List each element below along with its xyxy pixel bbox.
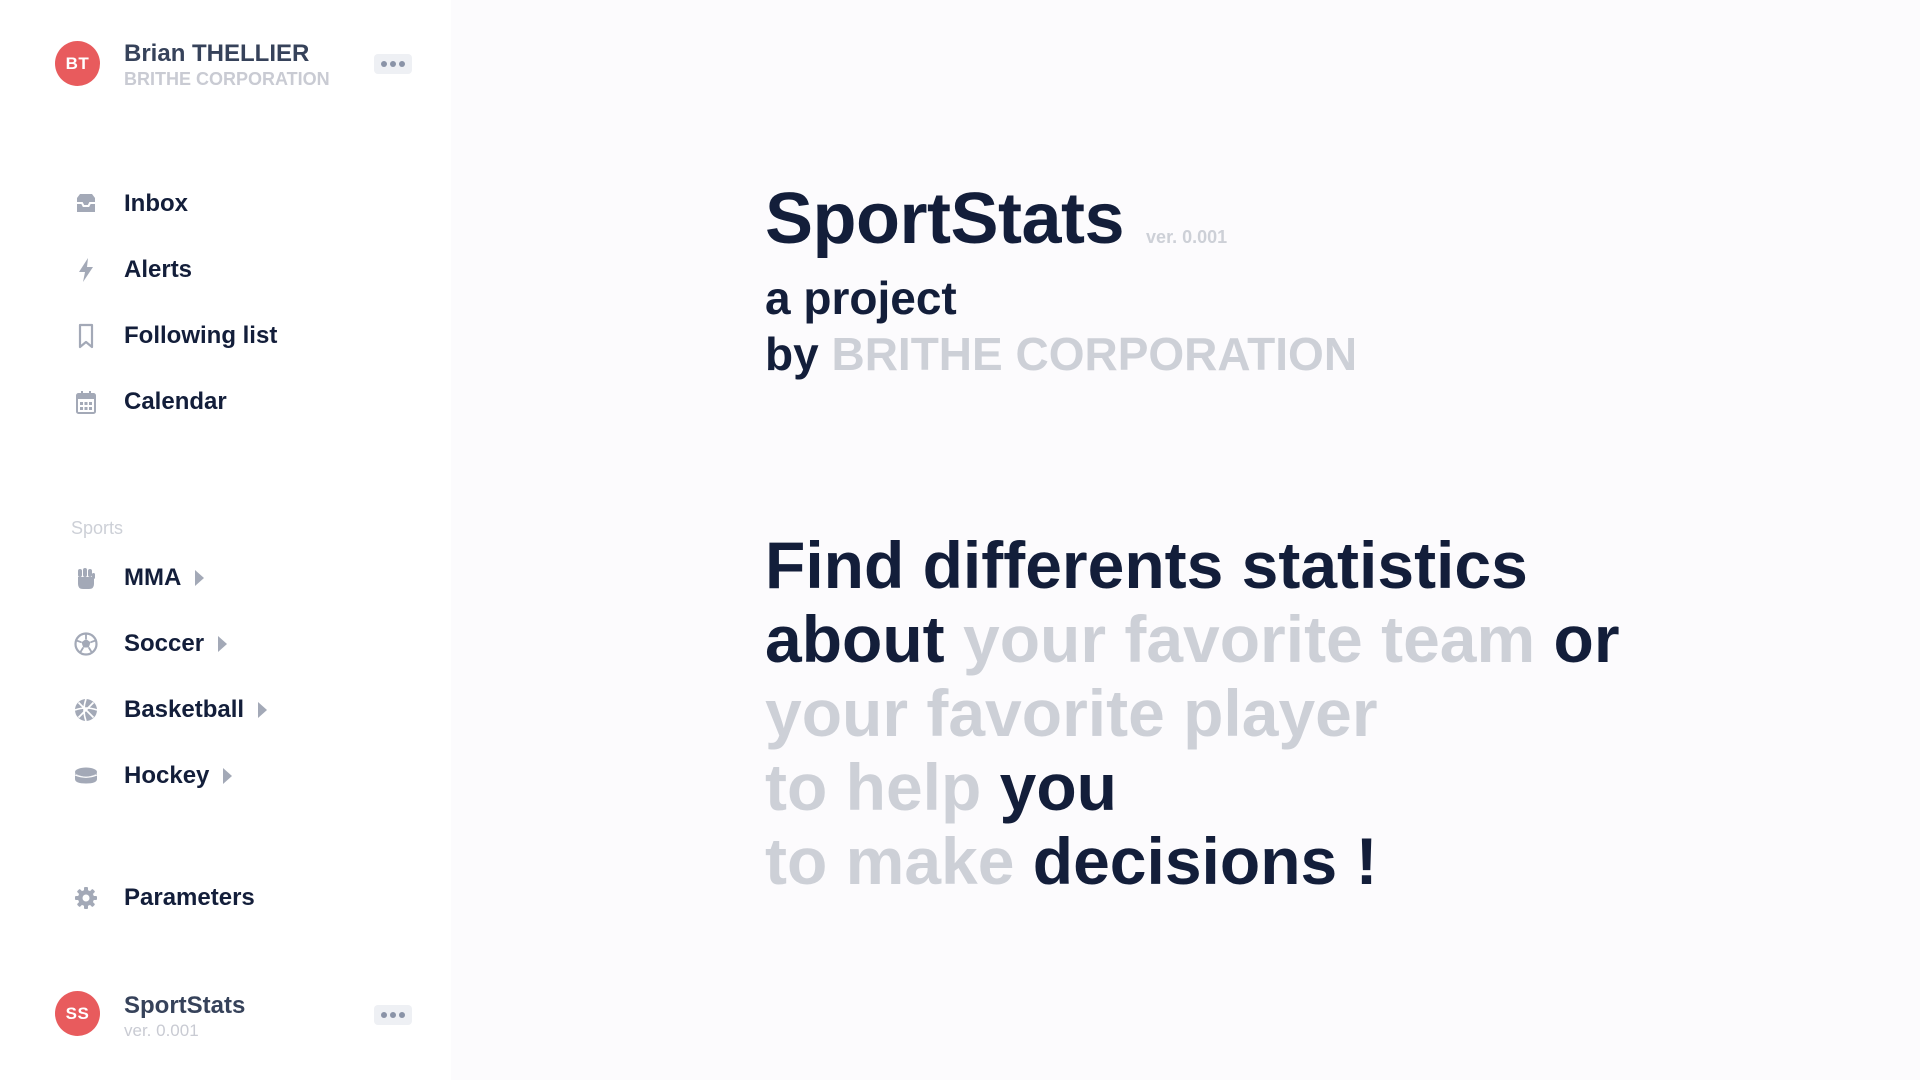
- nav-item-inbox[interactable]: Inbox: [68, 186, 188, 222]
- gear-icon: [68, 880, 104, 916]
- nav-item-mma[interactable]: MMA: [68, 560, 205, 596]
- tagline-text: or: [1553, 602, 1620, 676]
- project-by-line: by BRITHE CORPORATION: [765, 326, 1865, 382]
- tagline-highlight: your favorite team: [962, 602, 1536, 676]
- tagline-highlight: your favorite player: [765, 676, 1378, 750]
- tagline: Find differents statistics about your fa…: [765, 528, 1905, 898]
- chevron-right-icon[interactable]: [258, 702, 268, 718]
- tagline-row-5: to make decisions !: [765, 824, 1905, 898]
- nav-item-soccer[interactable]: Soccer: [68, 626, 228, 662]
- tagline-row-1: Find differents statistics: [765, 528, 1905, 602]
- project-line: a project: [765, 272, 957, 324]
- app-profile[interactable]: SS SportStats ver. 0.001: [55, 990, 415, 1040]
- chevron-right-icon[interactable]: [218, 636, 228, 652]
- user-company: BRITHE CORPORATION: [124, 69, 330, 89]
- app-title: SportStats: [765, 179, 1125, 259]
- user-name: Brian THELLIER: [124, 40, 310, 67]
- nav-label-hockey: Hockey: [124, 762, 210, 789]
- nav-item-following-list[interactable]: Following list: [68, 318, 277, 354]
- inbox-icon: [68, 186, 104, 222]
- nav-item-hockey[interactable]: Hockey: [68, 758, 233, 794]
- tagline-text: about: [765, 602, 945, 676]
- calendar-icon: [68, 384, 104, 420]
- user-more-button[interactable]: [374, 54, 412, 74]
- app: BT Brian THELLIER BRITHE CORPORATION Inb…: [0, 0, 1920, 1080]
- nav-label-inbox: Inbox: [124, 190, 188, 217]
- tagline-row-4: to help you: [765, 750, 1905, 824]
- chevron-right-icon[interactable]: [223, 768, 233, 784]
- project-company: BRITHE CORPORATION: [831, 328, 1358, 380]
- soccer-ball-icon: [68, 626, 104, 662]
- tagline-text: Find differents statistics: [765, 528, 1528, 602]
- user-avatar[interactable]: BT: [55, 41, 100, 86]
- basketball-icon: [68, 692, 104, 728]
- bolt-icon: [68, 252, 104, 288]
- nav-label-calendar: Calendar: [124, 388, 227, 415]
- hockey-puck-icon: [68, 758, 104, 794]
- bookmark-icon: [68, 318, 104, 354]
- tagline-row-2: about your favorite team or: [765, 602, 1905, 676]
- sports-section-label: Sports: [71, 518, 124, 538]
- sidebar: BT Brian THELLIER BRITHE CORPORATION Inb…: [0, 0, 451, 1080]
- nav-item-parameters[interactable]: Parameters: [68, 880, 255, 916]
- app-version: ver. 0.001: [124, 1021, 199, 1040]
- project-by-prefix: by: [765, 328, 819, 380]
- nav-item-alerts[interactable]: Alerts: [68, 252, 192, 288]
- nav-label-following-list: Following list: [124, 322, 278, 349]
- nav-item-basketball[interactable]: Basketball: [68, 692, 268, 728]
- nav-label-basketball: Basketball: [124, 696, 245, 723]
- app-title-version: ver. 0.001: [1146, 227, 1228, 247]
- main-content: SportStats ver. 0.001 a project by BRITH…: [451, 0, 1920, 1080]
- tagline-row-3: your favorite player: [765, 676, 1905, 750]
- tagline-highlight: to make: [765, 824, 1015, 898]
- tagline-highlight: to help: [765, 750, 982, 824]
- nav-label-soccer: Soccer: [124, 630, 205, 657]
- nav-label-parameters: Parameters: [124, 884, 255, 911]
- app-name: SportStats: [124, 992, 246, 1019]
- nav-label-alerts: Alerts: [124, 256, 193, 283]
- tagline-text: you: [999, 750, 1117, 824]
- user-profile[interactable]: BT Brian THELLIER BRITHE CORPORATION: [55, 40, 415, 89]
- nav-item-calendar[interactable]: Calendar: [68, 384, 227, 420]
- app-avatar[interactable]: SS: [55, 991, 100, 1036]
- hero: SportStats ver. 0.001 a project by BRITH…: [765, 178, 1865, 382]
- fist-icon: [68, 560, 104, 596]
- app-title-row: SportStats ver. 0.001: [765, 178, 1865, 260]
- tagline-text: decisions !: [1032, 824, 1378, 898]
- app-more-button[interactable]: [374, 1005, 412, 1025]
- chevron-right-icon[interactable]: [195, 570, 205, 586]
- nav-label-mma: MMA: [124, 564, 182, 591]
